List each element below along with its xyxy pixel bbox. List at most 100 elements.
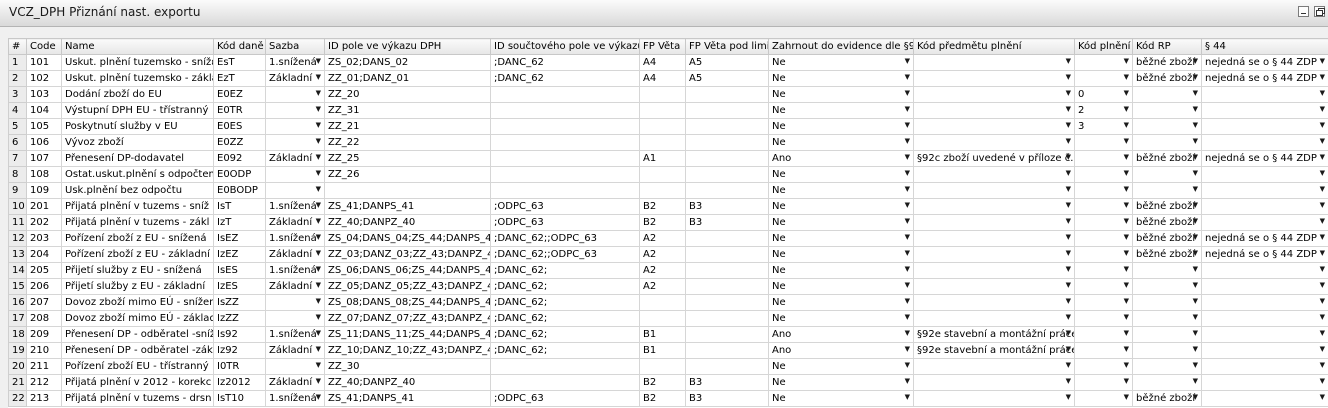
- include-92-cell[interactable]: Ne: [768, 246, 914, 263]
- fp-sentence-cell[interactable]: [639, 134, 686, 151]
- name-cell[interactable]: Pořízení zboží z EU - základní: [61, 246, 214, 263]
- name-cell[interactable]: Poskytnutí služby v EU: [61, 118, 214, 135]
- par44-cell[interactable]: [1201, 326, 1328, 343]
- col-code-header[interactable]: Code: [26, 38, 62, 55]
- fp-sentence-limit-cell[interactable]: [685, 118, 769, 135]
- sum-field-id-cell[interactable]: ;DANC_62;: [490, 262, 640, 279]
- code-cell[interactable]: 103: [26, 86, 62, 103]
- minimize-icon[interactable]: [1298, 6, 1309, 17]
- include-92-cell[interactable]: Ne: [768, 294, 914, 311]
- par44-cell[interactable]: [1201, 310, 1328, 327]
- rate-cell[interactable]: [265, 294, 325, 311]
- rp-code-cell[interactable]: běžné zboží: [1132, 150, 1202, 167]
- rate-cell[interactable]: 1.snížená: [265, 390, 325, 407]
- field-id-cell[interactable]: ZZ_40;DANPZ_40: [324, 214, 491, 231]
- name-cell[interactable]: Usk.plnění bez odpočtu: [61, 182, 214, 199]
- col-field-id-header[interactable]: ID pole ve výkazu DPH: [324, 38, 491, 55]
- code-cell[interactable]: 211: [26, 358, 62, 375]
- tax-code-cell[interactable]: IzZZ: [213, 310, 266, 327]
- fp-sentence-cell[interactable]: [639, 118, 686, 135]
- table-row[interactable]: 22 213 Přijatá plnění v tuzems - drsn IsT10…: [8, 390, 1328, 407]
- fp-sentence-cell[interactable]: A2: [639, 230, 686, 247]
- rp-code-cell[interactable]: [1132, 342, 1202, 359]
- name-cell[interactable]: Přijatá plnění v tuzems - zákl: [61, 214, 214, 231]
- code-cell[interactable]: 201: [26, 198, 62, 215]
- sum-field-id-cell[interactable]: [490, 118, 640, 135]
- fp-sentence-limit-cell[interactable]: B3: [685, 374, 769, 391]
- fp-sentence-cell[interactable]: [639, 358, 686, 375]
- fp-sentence-limit-cell[interactable]: [685, 134, 769, 151]
- subject-code-cell[interactable]: [913, 182, 1075, 199]
- par44-cell[interactable]: [1201, 342, 1328, 359]
- sum-field-id-cell[interactable]: ;DANC_62: [490, 54, 640, 71]
- supply-code-cell[interactable]: 0: [1074, 86, 1133, 103]
- rp-code-cell[interactable]: běžné zboží: [1132, 54, 1202, 71]
- sum-field-id-cell[interactable]: ;DANC_62;: [490, 310, 640, 327]
- supply-code-cell[interactable]: [1074, 310, 1133, 327]
- include-92-cell[interactable]: Ne: [768, 182, 914, 199]
- field-id-cell[interactable]: ZS_41;DANPS_41: [324, 198, 491, 215]
- table-row[interactable]: 2 102 Uskut. plnění tuzemsko - zákla EzT Zák…: [8, 70, 1328, 87]
- subject-code-cell[interactable]: [913, 278, 1075, 295]
- table-row[interactable]: 17208Dovoz zboží mimo EÚ - základníIzZZ Z…: [8, 310, 1328, 327]
- par44-cell[interactable]: [1201, 134, 1328, 151]
- col-fp-sentence-limit-header[interactable]: FP Věta pod limit: [685, 38, 769, 55]
- field-id-cell[interactable]: ZS_08;DANS_08;ZS_44;DANPS_44: [324, 294, 491, 311]
- tax-code-cell[interactable]: EzT: [213, 70, 266, 87]
- include-92-cell[interactable]: Ne: [768, 70, 914, 87]
- col-row-number-header[interactable]: #: [8, 38, 27, 55]
- rate-cell[interactable]: Základní: [265, 374, 325, 391]
- rp-code-cell[interactable]: [1132, 262, 1202, 279]
- rp-code-cell[interactable]: běžné zboží: [1132, 70, 1202, 87]
- table-row[interactable]: 21 212 Přijatá plnění v 2012 - korekc Iz201…: [8, 374, 1328, 391]
- subject-code-cell[interactable]: [913, 358, 1075, 375]
- par44-cell[interactable]: [1201, 166, 1328, 183]
- sum-field-id-cell[interactable]: [490, 86, 640, 103]
- rate-cell[interactable]: Základní: [265, 70, 325, 87]
- supply-code-cell[interactable]: [1074, 166, 1133, 183]
- par44-cell[interactable]: nejedná se o § 44 ZDP: [1201, 70, 1328, 87]
- fp-sentence-limit-cell[interactable]: [685, 182, 769, 199]
- subject-code-cell[interactable]: [913, 102, 1075, 119]
- rate-cell[interactable]: [265, 102, 325, 119]
- name-cell[interactable]: Uskut. plnění tuzemsko - zákla: [61, 70, 214, 87]
- supply-code-cell[interactable]: 3: [1074, 118, 1133, 135]
- code-cell[interactable]: 109: [26, 182, 62, 199]
- col-rate-header[interactable]: Sazba: [265, 38, 325, 55]
- fp-sentence-limit-cell[interactable]: B3: [685, 390, 769, 407]
- fp-sentence-limit-cell[interactable]: [685, 358, 769, 375]
- col-par44-header[interactable]: § 44: [1201, 38, 1328, 55]
- par44-cell[interactable]: [1201, 262, 1328, 279]
- sum-field-id-cell[interactable]: [490, 166, 640, 183]
- code-cell[interactable]: 205: [26, 262, 62, 279]
- sum-field-id-cell[interactable]: [490, 374, 640, 391]
- table-row[interactable]: 15 206 Přijetí služby z EU - základní IzES Z…: [8, 278, 1328, 295]
- subject-code-cell[interactable]: [913, 198, 1075, 215]
- supply-code-cell[interactable]: [1074, 374, 1133, 391]
- table-row[interactable]: 16207Dovoz zboží mimo EÚ - sníženáIsZZ ZS…: [8, 294, 1328, 311]
- table-row[interactable]: 9109Usk.plnění bez odpočtuE0BODP Ne: [8, 182, 1328, 199]
- name-cell[interactable]: Pořízení zboží EU - třístranný: [61, 358, 214, 375]
- sum-field-id-cell[interactable]: ;DANC_62;: [490, 278, 640, 295]
- supply-code-cell[interactable]: [1074, 230, 1133, 247]
- par44-cell[interactable]: nejedná se o § 44 ZDP: [1201, 230, 1328, 247]
- name-cell[interactable]: Dovoz zboží mimo EÚ - základní: [61, 310, 214, 327]
- par44-cell[interactable]: nejedná se o § 44 ZDP: [1201, 246, 1328, 263]
- sum-field-id-cell[interactable]: [490, 134, 640, 151]
- rate-cell[interactable]: 1.snížená: [265, 198, 325, 215]
- name-cell[interactable]: Přenesení DP-dodavatel: [61, 150, 214, 167]
- rp-code-cell[interactable]: běžné zboží: [1132, 214, 1202, 231]
- field-id-cell[interactable]: ZZ_20: [324, 86, 491, 103]
- rp-code-cell[interactable]: [1132, 374, 1202, 391]
- subject-code-cell[interactable]: [913, 86, 1075, 103]
- fp-sentence-cell[interactable]: B1: [639, 342, 686, 359]
- code-cell[interactable]: 104: [26, 102, 62, 119]
- rp-code-cell[interactable]: [1132, 86, 1202, 103]
- par44-cell[interactable]: [1201, 198, 1328, 215]
- field-id-cell[interactable]: ZZ_30: [324, 358, 491, 375]
- include-92-cell[interactable]: Ne: [768, 278, 914, 295]
- fp-sentence-cell[interactable]: B1: [639, 326, 686, 343]
- par44-cell[interactable]: [1201, 358, 1328, 375]
- field-id-cell[interactable]: [324, 182, 491, 199]
- subject-code-cell[interactable]: [913, 230, 1075, 247]
